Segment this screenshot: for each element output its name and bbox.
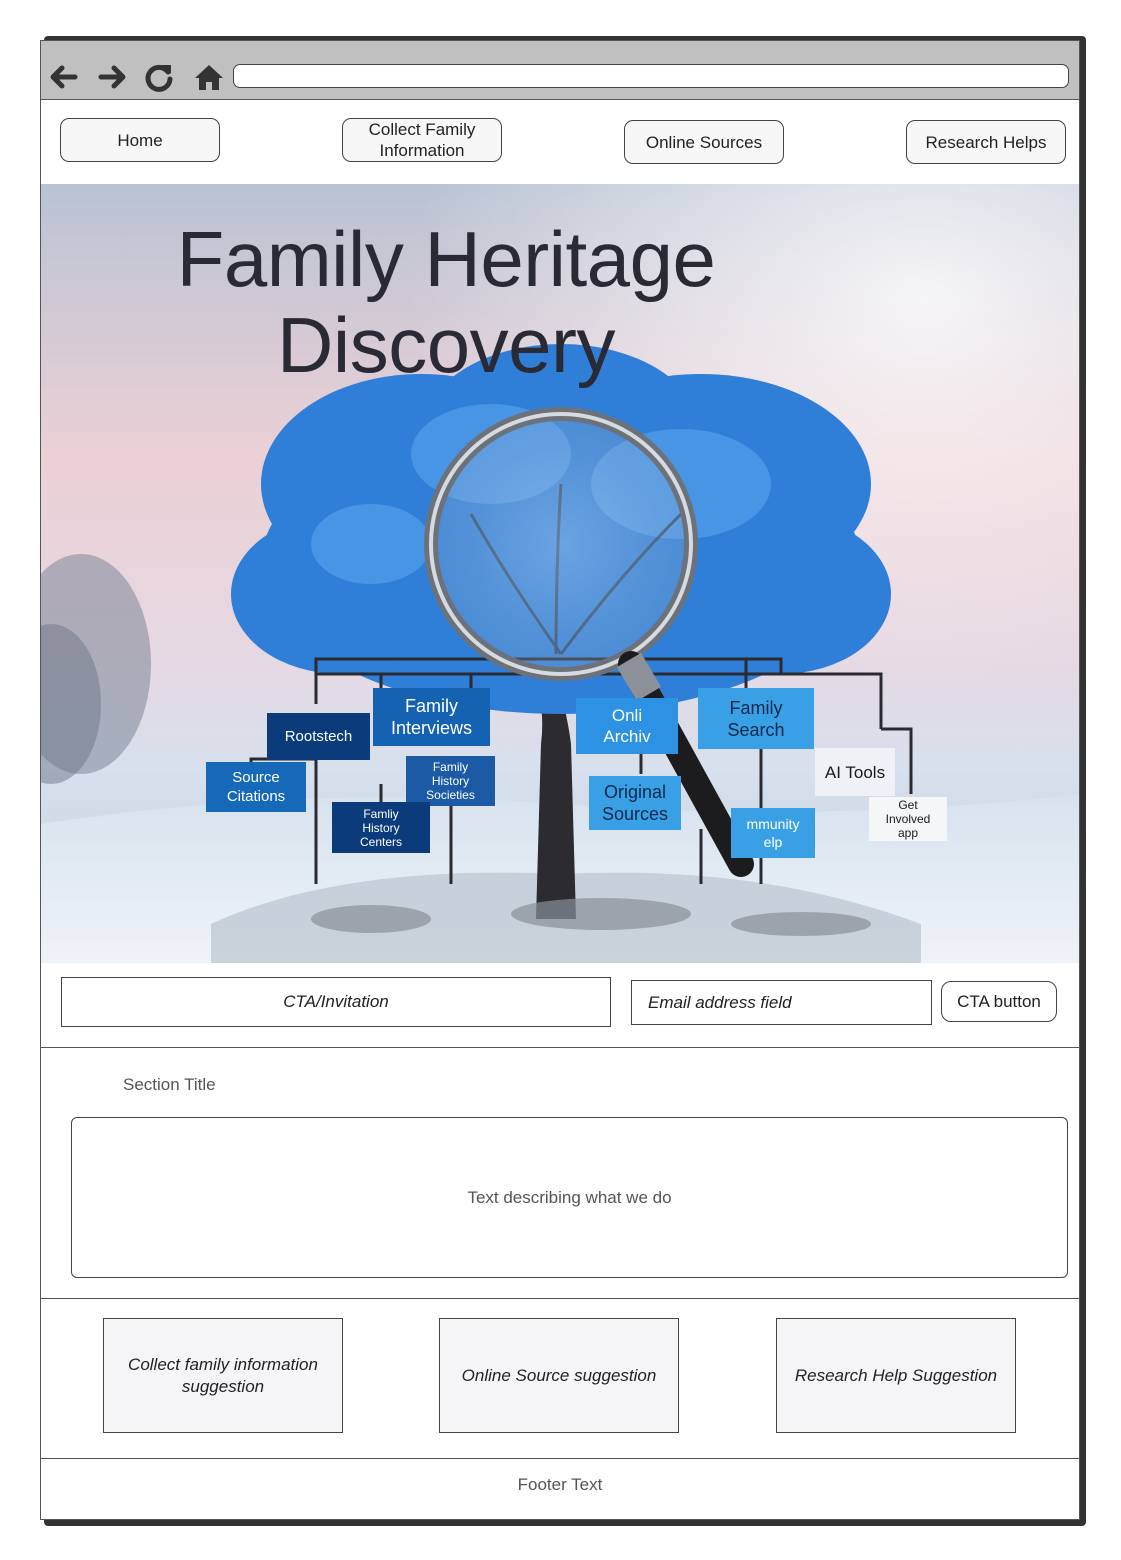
description-text: Text describing what we do [467,1187,672,1207]
forward-arrow-icon[interactable] [95,59,131,95]
browser-window: Home Collect Family Information Online S… [40,40,1080,1520]
tree-label-ai-tools: AI Tools [815,748,895,796]
tree-label-original-sources: Original Sources [589,776,681,830]
tree-label-family-history-centers: Famliy History Centers [332,802,430,853]
reload-icon[interactable] [141,59,177,95]
hero-image: Family Heritage Discovery Rootstech Fami… [41,184,1079,963]
home-icon[interactable] [191,59,227,95]
nav-collect-family-information-button[interactable]: Collect Family Information [342,118,502,162]
hero-title-line2: Discovery [277,301,615,389]
email-field[interactable]: Email address field [631,980,932,1025]
tree-label-family-interviews: Family Interviews [373,688,490,746]
tree-label-family-history-societies: Family History Societies [406,756,495,806]
section-title: Section Title [123,1075,216,1094]
hero-title: Family Heritage Discovery [41,216,851,388]
tree-label-online-archives: Onli Archiv [576,698,678,754]
nav-home-button[interactable]: Home [60,118,220,162]
description-box: Text describing what we do [71,1117,1068,1278]
browser-toolbar [41,41,1079,100]
cta-invitation: CTA/Invitation [61,977,611,1027]
tree-label-community-help: mmunity elp [731,808,815,858]
footer-text: Footer Text [517,1475,603,1494]
online-source-card[interactable]: Online Source suggestion [439,1318,679,1433]
cta-button[interactable]: CTA button [941,981,1057,1022]
divider [41,1047,1079,1048]
divider [41,1298,1079,1299]
back-arrow-icon[interactable] [45,59,81,95]
hero-title-line1: Family Heritage [176,215,716,303]
divider [41,1458,1079,1459]
url-bar[interactable] [233,64,1069,88]
tree-label-rootstech: Rootstech [267,713,370,760]
tree-label-source-citations: Source Citations [206,762,306,812]
research-help-card[interactable]: Research Help Suggestion [776,1318,1016,1433]
tree-label-family-search: Family Search [698,688,814,749]
tree-label-get-involved-app: Get Involved app [869,797,947,841]
nav-research-helps-button[interactable]: Research Helps [906,120,1066,164]
nav-online-sources-button[interactable]: Online Sources [624,120,784,164]
collect-family-information-card[interactable]: Collect family information suggestion [103,1318,343,1433]
